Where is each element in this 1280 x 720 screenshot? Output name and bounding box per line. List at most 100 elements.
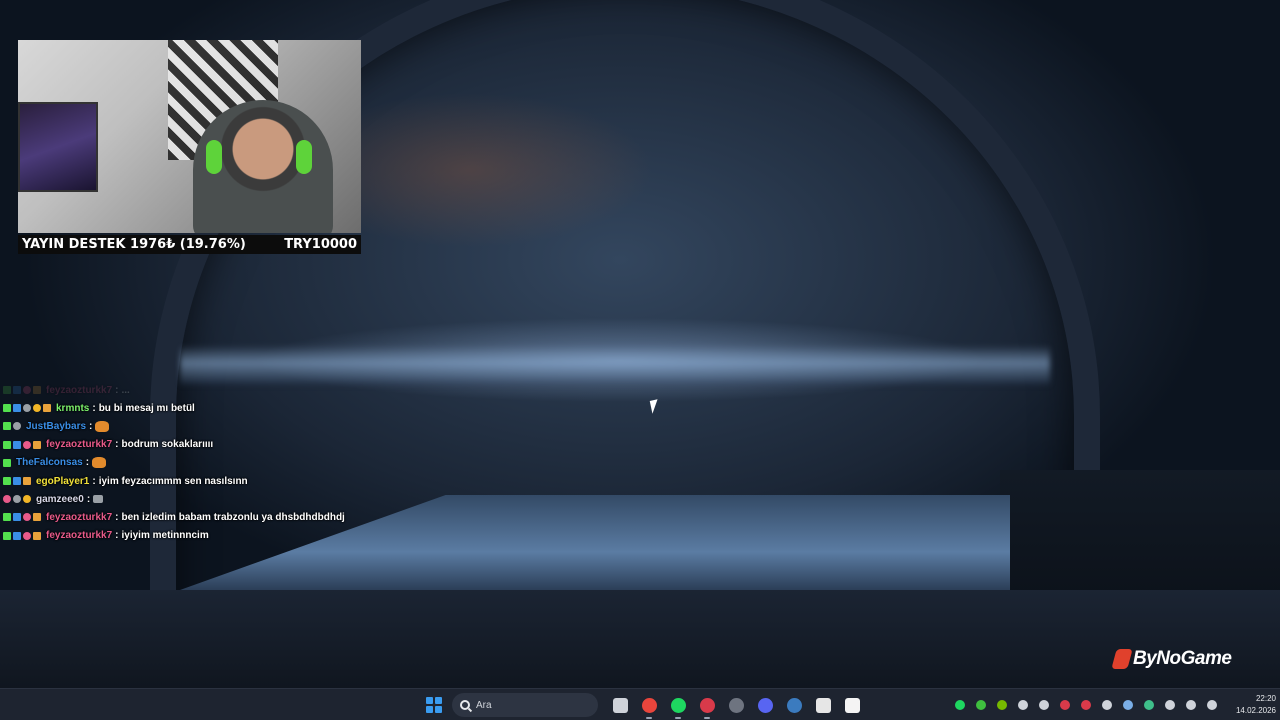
badge-icon	[23, 477, 31, 486]
chat-line: gamzeee0:	[3, 490, 363, 508]
chat-username: feyzaozturkk7	[46, 439, 113, 451]
obs-icon	[728, 697, 744, 713]
settings-tray-button[interactable]	[1036, 697, 1052, 713]
taskbar-clock[interactable]: 22:20 14.02.2026	[1222, 693, 1276, 717]
badge-icon	[3, 404, 11, 413]
steam-taskbar-button[interactable]	[782, 693, 806, 717]
sponsor-name: ByNoGame	[1133, 648, 1232, 669]
badge-icon	[3, 386, 11, 395]
capcut-icon	[844, 697, 860, 713]
badge-icon	[33, 440, 41, 449]
webcam-pc-case	[18, 102, 98, 192]
xbox-tray-button[interactable]	[973, 697, 989, 713]
shield-tray-button[interactable]	[1141, 697, 1157, 713]
chat-line: krmnts: bu bi mesaj mı betül	[3, 399, 363, 417]
cat-emote-icon	[95, 420, 110, 432]
badge-icon	[13, 440, 21, 449]
chat-message: bodrum sokaklarıııı	[121, 439, 214, 451]
volume-tray-button[interactable]	[1204, 697, 1220, 713]
badge-icon	[23, 513, 31, 522]
donation-goal-target: TRY10000	[284, 237, 357, 252]
badge-icon	[23, 404, 31, 413]
chat-username: feyzaozturkk7	[46, 530, 113, 542]
windows-logo-icon	[435, 697, 442, 704]
steam-tray-icon	[1123, 700, 1133, 710]
badge-icon	[23, 440, 31, 449]
clock-date: 14.02.2026	[1235, 706, 1276, 715]
settings-tray-icon	[1039, 700, 1049, 710]
discord-taskbar-button[interactable]	[753, 693, 777, 717]
red-app-taskbar-button[interactable]	[695, 693, 719, 719]
chat-line: TheFalconsas:	[3, 454, 363, 472]
chat-message: ben izledim babam trabzonlu ya dhsbdhdbd…	[121, 511, 345, 523]
chat-username: JustBaybars	[26, 420, 87, 432]
task-view-icon	[612, 697, 628, 713]
chat-username: feyzaozturkk7	[46, 384, 113, 396]
start-button[interactable]	[422, 693, 446, 717]
chat-separator: :	[85, 457, 90, 469]
chat-message: iyim feyzacımmm sen nasılsınn	[98, 475, 248, 487]
badge-icon	[13, 477, 21, 486]
spotify-tray-button[interactable]	[952, 697, 968, 713]
chat-separator: :	[115, 439, 119, 451]
chat-username: TheFalconsas	[16, 457, 83, 469]
search-placeholder: Ara	[476, 699, 492, 711]
nvidia-tray-icon	[997, 700, 1007, 710]
mic-tray-button[interactable]	[1162, 697, 1178, 713]
arrow-tray-button[interactable]	[1015, 697, 1031, 713]
windows-logo-icon	[426, 697, 433, 704]
badge-icon	[3, 422, 11, 431]
wallpaper-deck-right	[1000, 470, 1280, 600]
gear-tray-button[interactable]	[1099, 697, 1115, 713]
chat-username: feyzaozturkk7	[46, 511, 113, 523]
badge-icon	[33, 531, 41, 540]
taskbar-center: Ara	[422, 689, 864, 720]
webcam-headset-right	[296, 140, 312, 174]
app-tray-button[interactable]	[1078, 697, 1094, 713]
windows-logo-icon	[426, 706, 433, 713]
badge-icon	[3, 458, 11, 467]
obs-taskbar-button[interactable]	[724, 693, 748, 717]
badge-icon	[33, 404, 41, 413]
chat-line: feyzaozturkk7: ben izledim babam trabzonl…	[3, 508, 363, 526]
chat-separator: :	[89, 420, 93, 432]
badge-icon	[13, 404, 21, 413]
chat-separator: :	[115, 511, 119, 523]
gear-tray-icon	[1102, 700, 1112, 710]
xbox-tray-icon	[976, 700, 986, 710]
shield-tray-icon	[1144, 700, 1154, 710]
taskbar-search[interactable]: Ara	[452, 693, 598, 717]
steam-icon	[786, 697, 802, 713]
windows-taskbar: Ara 22:20 14.02.2026	[0, 688, 1280, 720]
spotify-taskbar-button[interactable]	[666, 693, 690, 719]
chat-separator: :	[86, 493, 91, 505]
badge-icon	[33, 513, 41, 522]
chrome-taskbar-button[interactable]	[637, 693, 661, 719]
badge-icon	[3, 513, 11, 522]
capcut-taskbar-button[interactable]	[840, 693, 864, 717]
network-tray-button[interactable]	[1183, 697, 1199, 713]
epic-games-taskbar-button[interactable]	[811, 693, 835, 717]
spotify-icon	[670, 697, 686, 713]
steam-tray-button[interactable]	[1120, 697, 1136, 713]
system-tray	[952, 689, 1220, 720]
chat-overlay: feyzaozturkk7 : ... krmnts: bu bi mesaj m…	[3, 381, 363, 545]
badge-icon	[23, 386, 31, 395]
badge-icon	[3, 495, 11, 504]
chat-line: JustBaybars:	[3, 417, 363, 435]
chat-separator: :	[92, 475, 96, 487]
download-tray-icon	[1060, 700, 1070, 710]
chat-username: egoPlayer1	[36, 475, 90, 487]
badge-icon	[13, 513, 21, 522]
network-tray-icon	[1186, 700, 1196, 710]
chat-message: ...	[121, 384, 130, 396]
search-icon	[460, 700, 470, 710]
chat-line: feyzaozturkk7: iyiyim metinnncim	[3, 527, 363, 545]
chat-message: iyiyim metinnncim	[121, 530, 209, 542]
task-view-taskbar-button[interactable]	[608, 693, 632, 717]
badge-icon	[3, 531, 11, 540]
chat-separator: :	[92, 402, 96, 414]
epic-games-icon	[815, 697, 831, 713]
nvidia-tray-button[interactable]	[994, 697, 1010, 713]
download-tray-button[interactable]	[1057, 697, 1073, 713]
